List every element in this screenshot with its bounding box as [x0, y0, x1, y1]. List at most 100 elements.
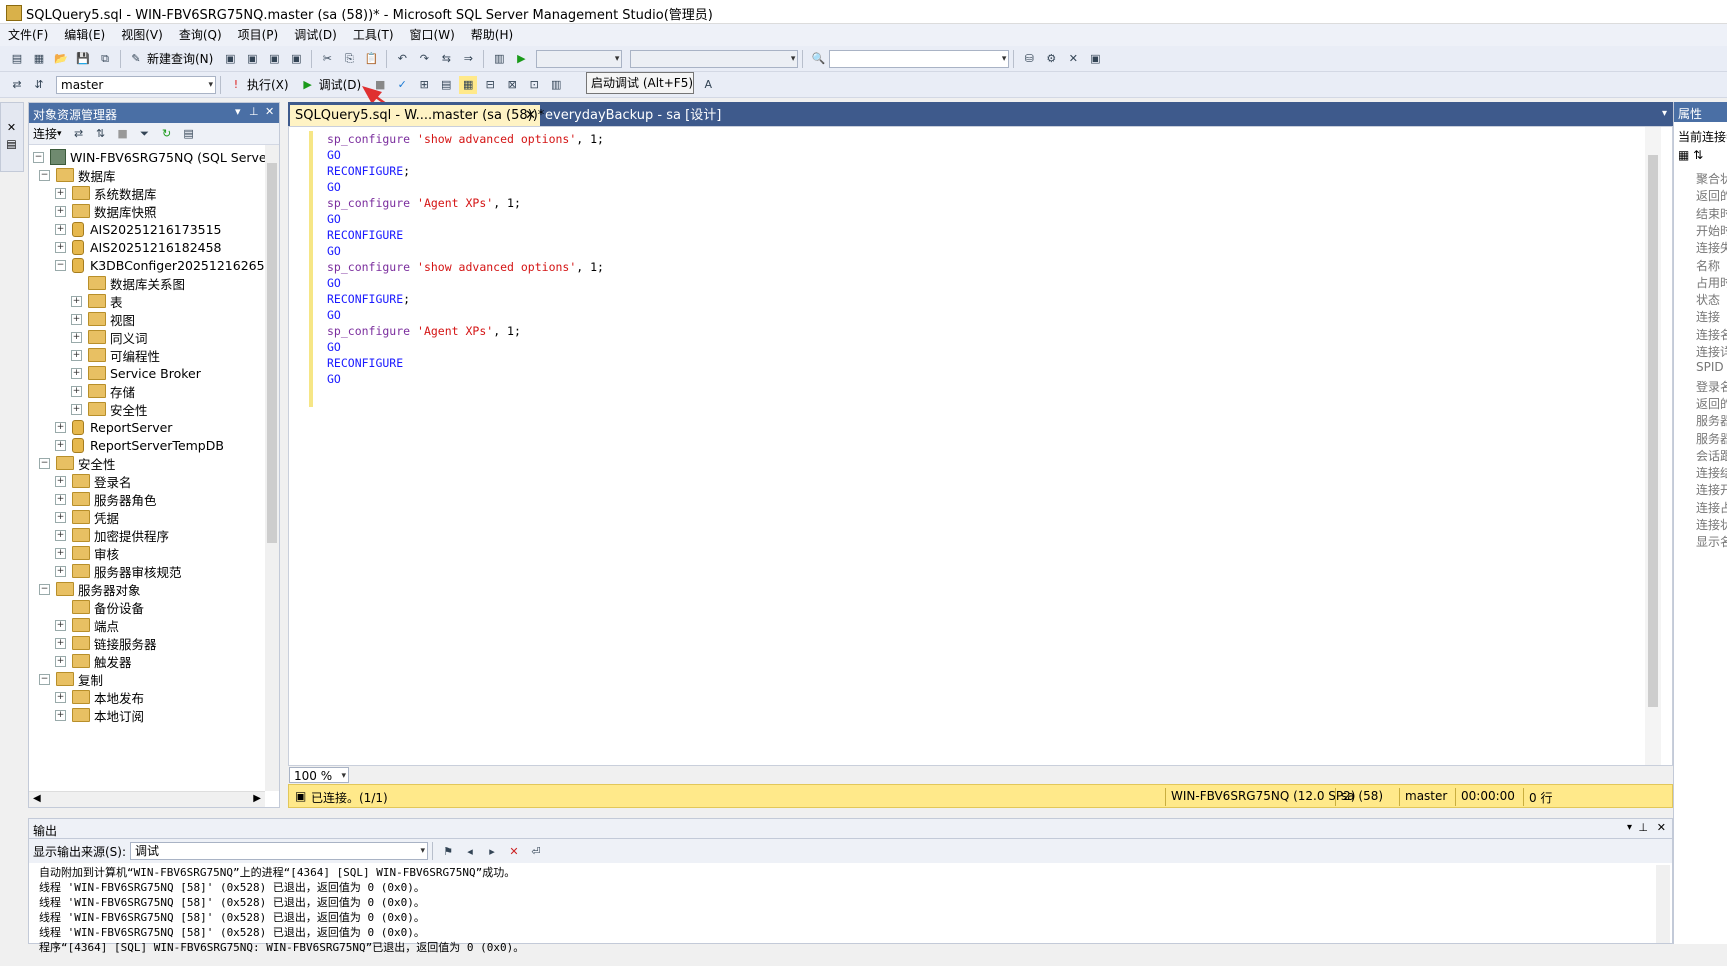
- tree-node-security[interactable]: − 安全性: [39, 453, 116, 473]
- expand-icon[interactable]: +: [55, 709, 66, 721]
- tree-node-db-security[interactable]: + 安全性: [71, 399, 148, 419]
- menu-edit[interactable]: 编辑(E): [56, 24, 113, 46]
- solution-config-select[interactable]: ▾: [536, 49, 623, 68]
- navigate-icon[interactable]: ⇆: [437, 50, 455, 68]
- code-line[interactable]: sp_configure 'show advanced options', 1;: [327, 259, 604, 275]
- code-line[interactable]: GO: [327, 371, 604, 387]
- new-query-button[interactable]: 新建查询(N): [147, 50, 213, 67]
- property-row[interactable]: SPID: [1674, 360, 1727, 379]
- tree-node-synonyms[interactable]: + 同义词: [71, 327, 148, 347]
- pin-icon[interactable]: ⊥: [1638, 821, 1648, 834]
- find-in-files-icon[interactable]: 🔍: [809, 50, 827, 68]
- code-line[interactable]: GO: [327, 147, 604, 163]
- property-row[interactable]: 服务器: [1674, 412, 1727, 431]
- collapse-icon[interactable]: −: [39, 673, 50, 685]
- code-line[interactable]: GO: [327, 211, 604, 227]
- close-icon[interactable]: ✕: [265, 105, 274, 118]
- new-query-icon[interactable]: ✎: [127, 50, 145, 68]
- editor-scroll-thumb[interactable]: [1648, 155, 1658, 707]
- categorized-icon[interactable]: ▦: [1678, 148, 1689, 162]
- spellcheck-icon[interactable]: A: [699, 76, 717, 94]
- tree-node-db[interactable]: + ReportServer: [55, 417, 172, 437]
- code-line[interactable]: RECONFIGURE;: [327, 163, 604, 179]
- menu-debug[interactable]: 调试(D): [286, 24, 345, 46]
- results-text-icon[interactable]: ▥: [547, 76, 565, 94]
- find-message-icon[interactable]: ⚑: [439, 842, 457, 860]
- tree-node-local-sub[interactable]: + 本地订阅: [55, 705, 144, 725]
- alphabetical-icon[interactable]: ⇅: [1693, 148, 1703, 162]
- expand-icon[interactable]: +: [71, 403, 82, 415]
- tree-node-endpoints[interactable]: + 端点: [55, 615, 119, 635]
- tree-node-replication[interactable]: − 复制: [39, 669, 103, 689]
- panel-dropdown-icon[interactable]: ▾: [235, 105, 241, 118]
- property-row[interactable]: 名称: [1674, 257, 1727, 276]
- oe-disconnect-icon[interactable]: ⇅: [92, 125, 110, 143]
- tree-node-views[interactable]: + 视图: [71, 309, 135, 329]
- expand-icon[interactable]: +: [71, 295, 82, 307]
- property-row[interactable]: 聚合状: [1674, 170, 1727, 189]
- tree-horizontal-scrollbar[interactable]: ◀ ▶: [29, 791, 265, 807]
- code-line[interactable]: GO: [327, 339, 604, 355]
- expand-icon[interactable]: +: [55, 475, 66, 487]
- tree-node-backup-devices[interactable]: 备份设备: [55, 597, 144, 617]
- property-row[interactable]: 开始时: [1674, 222, 1727, 241]
- collapse-icon[interactable]: −: [33, 151, 44, 163]
- template-explorer-icon[interactable]: ⚙: [1042, 50, 1060, 68]
- filter-icon[interactable]: ⏷: [136, 125, 154, 143]
- code-area[interactable]: sp_configure 'show advanced options', 1;…: [327, 131, 604, 387]
- tree-node-server-roles[interactable]: + 服务器角色: [55, 489, 157, 509]
- expand-icon[interactable]: +: [55, 565, 66, 577]
- collapse-icon[interactable]: −: [39, 583, 50, 595]
- debug-icon[interactable]: ▶: [299, 76, 317, 94]
- tree-node-logins[interactable]: + 登录名: [55, 471, 132, 491]
- toolbox-tab-icon[interactable]: ✕ ▤: [5, 121, 18, 151]
- property-row[interactable]: 连接失: [1674, 239, 1727, 258]
- menu-window[interactable]: 窗口(W): [402, 24, 463, 46]
- menu-file[interactable]: 文件(F): [0, 24, 56, 46]
- tree-node-crypto[interactable]: + 加密提供程序: [55, 525, 169, 545]
- code-line[interactable]: sp_configure 'show advanced options', 1;: [327, 131, 604, 147]
- db-engine-query-icon[interactable]: ▣: [221, 50, 239, 68]
- menu-tools[interactable]: 工具(T): [345, 24, 402, 46]
- tree-node-db[interactable]: + ReportServerTempDB: [55, 435, 224, 455]
- dmx-query-icon[interactable]: ▣: [265, 50, 283, 68]
- open-file-icon[interactable]: 📂: [52, 50, 70, 68]
- property-row[interactable]: 连接结: [1674, 464, 1727, 483]
- cut-icon[interactable]: ✂: [318, 50, 336, 68]
- expand-icon[interactable]: +: [71, 385, 82, 397]
- expand-icon[interactable]: +: [55, 187, 66, 199]
- refresh-icon[interactable]: ↻: [158, 125, 176, 143]
- menu-query[interactable]: 查询(Q): [171, 24, 230, 46]
- code-line[interactable]: sp_configure 'Agent XPs', 1;: [327, 323, 604, 339]
- expand-icon[interactable]: +: [55, 547, 66, 559]
- output-source-select[interactable]: 调试 ▾: [130, 842, 429, 860]
- activity-monitor-icon[interactable]: ▥: [490, 50, 508, 68]
- client-stats-icon[interactable]: ⊡: [525, 76, 543, 94]
- expand-icon[interactable]: +: [71, 367, 82, 379]
- next-message-icon[interactable]: ▸: [483, 842, 501, 860]
- tree-node-system-databases[interactable]: + 系统数据库: [55, 183, 157, 203]
- tree-node-service-broker[interactable]: + Service Broker: [71, 363, 201, 383]
- tree-node-tables[interactable]: + 表: [71, 291, 123, 311]
- intellisense-icon[interactable]: ⊟: [481, 76, 499, 94]
- debug-button[interactable]: 调试(D): [319, 76, 362, 93]
- tree-node-server-objects[interactable]: − 服务器对象: [39, 579, 141, 599]
- connect-dropdown-icon[interactable]: ▾: [57, 129, 62, 139]
- panel-dropdown-icon[interactable]: ▾: [1627, 822, 1632, 833]
- expand-icon[interactable]: +: [71, 313, 82, 325]
- expand-icon[interactable]: +: [55, 511, 66, 523]
- include-plan-icon[interactable]: ⊠: [503, 76, 521, 94]
- tab-everyday-backup[interactable]: everydayBackup - sa [设计]: [540, 105, 726, 126]
- properties-window-icon[interactable]: ▣: [1086, 50, 1104, 68]
- stop-icon[interactable]: ■: [114, 125, 132, 143]
- zoom-select[interactable]: 100 % ▾: [289, 767, 349, 783]
- close-icon[interactable]: ✕: [1657, 821, 1666, 834]
- close-tab-icon[interactable]: ✕: [525, 105, 536, 126]
- paste-icon[interactable]: 📋: [362, 50, 380, 68]
- code-line[interactable]: GO: [327, 243, 604, 259]
- mdx-query-icon[interactable]: ▣: [243, 50, 261, 68]
- property-row[interactable]: 显示名: [1674, 533, 1727, 552]
- expand-icon[interactable]: +: [71, 349, 82, 361]
- execute-icon[interactable]: !: [227, 76, 245, 94]
- expand-icon[interactable]: +: [55, 655, 66, 667]
